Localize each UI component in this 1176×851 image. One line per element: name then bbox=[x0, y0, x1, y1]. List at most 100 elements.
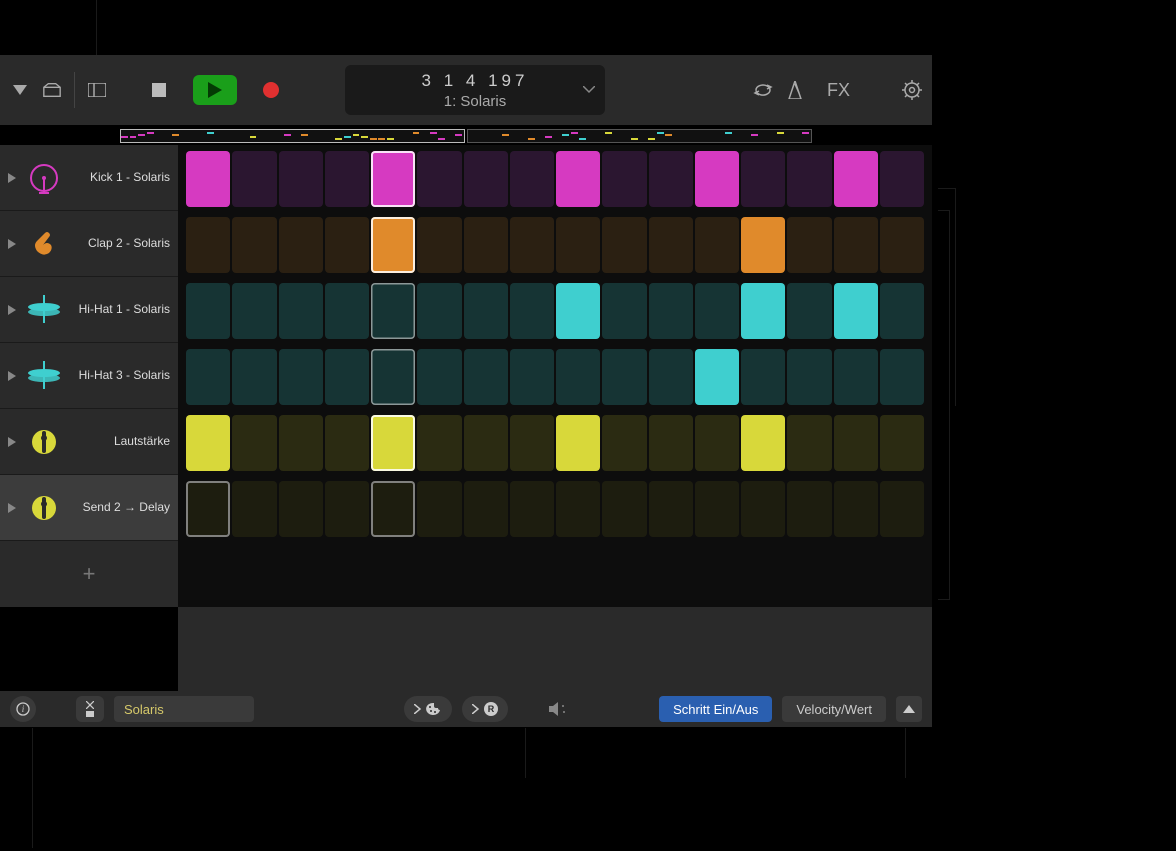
step-cell[interactable] bbox=[649, 349, 693, 405]
step-cell[interactable] bbox=[741, 415, 785, 471]
preset-name-field[interactable]: Solaris bbox=[114, 696, 254, 722]
step-cell[interactable] bbox=[417, 283, 461, 339]
step-cell[interactable] bbox=[880, 217, 924, 273]
step-cell[interactable] bbox=[602, 349, 646, 405]
step-cell[interactable] bbox=[787, 283, 831, 339]
timeline-region[interactable] bbox=[120, 129, 465, 143]
step-cell[interactable] bbox=[371, 415, 415, 471]
step-cell[interactable] bbox=[602, 415, 646, 471]
add-track-button[interactable]: + bbox=[0, 541, 178, 607]
step-cell[interactable] bbox=[649, 151, 693, 207]
step-cell[interactable] bbox=[695, 415, 739, 471]
step-cell[interactable] bbox=[371, 283, 415, 339]
step-cell[interactable] bbox=[741, 283, 785, 339]
step-cell[interactable] bbox=[649, 415, 693, 471]
step-cell[interactable] bbox=[417, 481, 461, 537]
play-button[interactable] bbox=[193, 75, 237, 105]
step-cell[interactable] bbox=[787, 415, 831, 471]
step-cell[interactable] bbox=[371, 481, 415, 537]
timeline-region[interactable] bbox=[467, 129, 812, 143]
step-cell[interactable] bbox=[602, 151, 646, 207]
step-cell[interactable] bbox=[649, 481, 693, 537]
step-cell[interactable] bbox=[787, 481, 831, 537]
view-icon[interactable] bbox=[87, 80, 107, 100]
step-cell[interactable] bbox=[834, 415, 878, 471]
step-cell[interactable] bbox=[279, 481, 323, 537]
track-row[interactable]: Kick 1 - Solaris bbox=[0, 145, 178, 211]
step-cell[interactable] bbox=[880, 415, 924, 471]
step-cell[interactable] bbox=[371, 217, 415, 273]
step-cell[interactable] bbox=[186, 283, 230, 339]
track-row[interactable]: Clap 2 - Solaris bbox=[0, 211, 178, 277]
step-cell[interactable] bbox=[834, 151, 878, 207]
step-cell[interactable] bbox=[325, 217, 369, 273]
step-cell[interactable] bbox=[510, 151, 554, 207]
step-cell[interactable] bbox=[602, 217, 646, 273]
chevron-down-icon[interactable] bbox=[583, 86, 595, 94]
track-play-icon[interactable] bbox=[8, 503, 20, 513]
track-row[interactable]: Send 2 → Delay bbox=[0, 475, 178, 541]
step-cell[interactable] bbox=[510, 217, 554, 273]
midi-route-button[interactable]: R bbox=[462, 696, 508, 722]
color-route-button[interactable] bbox=[404, 696, 452, 722]
step-cell[interactable] bbox=[741, 151, 785, 207]
lcd-display[interactable]: 3 1 4 197 1: Solaris bbox=[345, 65, 605, 115]
step-cell[interactable] bbox=[741, 217, 785, 273]
fx-button[interactable]: FX bbox=[827, 80, 850, 101]
step-cell[interactable] bbox=[186, 349, 230, 405]
step-cell[interactable] bbox=[741, 481, 785, 537]
step-cell[interactable] bbox=[279, 415, 323, 471]
step-cell[interactable] bbox=[695, 283, 739, 339]
mini-timeline[interactable] bbox=[0, 129, 932, 145]
step-cell[interactable] bbox=[464, 349, 508, 405]
step-cell[interactable] bbox=[880, 481, 924, 537]
step-cell[interactable] bbox=[556, 283, 600, 339]
step-cell[interactable] bbox=[510, 481, 554, 537]
step-cell[interactable] bbox=[186, 415, 230, 471]
step-cell[interactable] bbox=[186, 217, 230, 273]
step-cell[interactable] bbox=[371, 349, 415, 405]
step-cell[interactable] bbox=[464, 481, 508, 537]
step-cell[interactable] bbox=[834, 349, 878, 405]
step-cell[interactable] bbox=[695, 481, 739, 537]
track-row[interactable]: Hi-Hat 1 - Solaris bbox=[0, 277, 178, 343]
speaker-icon[interactable] bbox=[548, 699, 568, 719]
step-cell[interactable] bbox=[417, 151, 461, 207]
step-cell[interactable] bbox=[464, 283, 508, 339]
track-play-icon[interactable] bbox=[8, 371, 20, 381]
step-cell[interactable] bbox=[787, 217, 831, 273]
track-play-icon[interactable] bbox=[8, 305, 20, 315]
step-cell[interactable] bbox=[186, 481, 230, 537]
step-cell[interactable] bbox=[880, 151, 924, 207]
step-cell[interactable] bbox=[232, 349, 276, 405]
cycle-icon[interactable] bbox=[753, 80, 773, 100]
record-button[interactable] bbox=[249, 75, 293, 105]
library-icon[interactable] bbox=[42, 80, 62, 100]
step-cell[interactable] bbox=[602, 481, 646, 537]
step-cell[interactable] bbox=[787, 151, 831, 207]
step-cell[interactable] bbox=[417, 217, 461, 273]
step-cell[interactable] bbox=[325, 151, 369, 207]
step-cell[interactable] bbox=[279, 283, 323, 339]
step-cell[interactable] bbox=[510, 283, 554, 339]
step-cell[interactable] bbox=[649, 283, 693, 339]
step-cell[interactable] bbox=[371, 151, 415, 207]
step-cell[interactable] bbox=[834, 283, 878, 339]
step-cell[interactable] bbox=[695, 349, 739, 405]
step-cell[interactable] bbox=[232, 283, 276, 339]
mode-velocity-button[interactable]: Velocity/Wert bbox=[782, 696, 886, 722]
step-cell[interactable] bbox=[834, 481, 878, 537]
menu-dropdown-icon[interactable] bbox=[10, 80, 30, 100]
step-cell[interactable] bbox=[880, 349, 924, 405]
mode-step-onoff-button[interactable]: Schritt Ein/Aus bbox=[659, 696, 772, 722]
step-cell[interactable] bbox=[556, 415, 600, 471]
step-cell[interactable] bbox=[417, 349, 461, 405]
step-cell[interactable] bbox=[325, 481, 369, 537]
step-cell[interactable] bbox=[464, 415, 508, 471]
track-play-icon[interactable] bbox=[8, 239, 20, 249]
step-cell[interactable] bbox=[186, 151, 230, 207]
step-cell[interactable] bbox=[787, 349, 831, 405]
step-cell[interactable] bbox=[556, 481, 600, 537]
step-cell[interactable] bbox=[649, 217, 693, 273]
step-cell[interactable] bbox=[464, 151, 508, 207]
